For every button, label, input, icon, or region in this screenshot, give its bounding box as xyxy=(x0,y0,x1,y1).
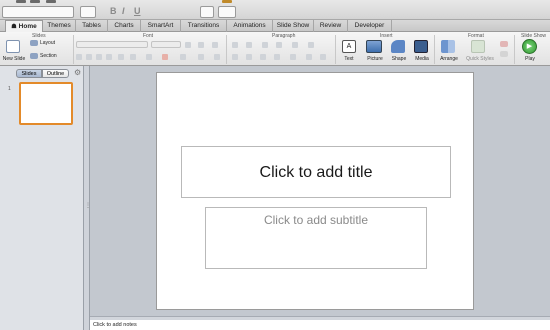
subscript-icon[interactable] xyxy=(130,54,136,60)
play-icon[interactable]: ▶ xyxy=(522,39,537,54)
quick-styles-icon[interactable] xyxy=(471,40,485,53)
underline-icon[interactable]: U xyxy=(134,6,141,16)
numbering-icon[interactable] xyxy=(246,42,252,48)
align-center-icon[interactable] xyxy=(246,54,252,60)
tab-animations[interactable]: Animations xyxy=(227,20,273,32)
strikethrough-icon[interactable] xyxy=(106,54,112,60)
notes-pane[interactable]: Click to add notes xyxy=(90,320,550,330)
slide: Click to add title Click to add subtitle xyxy=(156,72,474,310)
increase-indent-icon[interactable] xyxy=(276,42,282,48)
font-color-icon[interactable] xyxy=(162,54,168,60)
shape-icon[interactable] xyxy=(391,40,405,53)
clear-format-icon[interactable] xyxy=(212,42,218,48)
toolbar-icon[interactable] xyxy=(222,0,232,3)
tab-tables[interactable]: Tables xyxy=(76,20,108,32)
notes-placeholder: Click to add notes xyxy=(93,322,137,328)
ribbon-separator xyxy=(514,35,515,64)
toolbar-icon[interactable] xyxy=(16,0,26,3)
shape-outline-icon[interactable] xyxy=(500,51,508,57)
quick-styles-button[interactable]: Quick Styles xyxy=(464,56,496,62)
slide-number: 1 xyxy=(8,86,11,92)
toolbar-icon[interactable] xyxy=(46,0,56,3)
tab-developer[interactable]: Developer xyxy=(348,20,392,32)
toolbar-field[interactable] xyxy=(200,6,214,18)
tab-transitions[interactable]: Transitions xyxy=(181,20,227,32)
shape-fill-icon[interactable] xyxy=(500,41,508,47)
subtitle-placeholder[interactable]: Click to add subtitle xyxy=(205,207,427,269)
tab-slides[interactable]: Slides xyxy=(16,69,42,78)
character-spacing-icon[interactable] xyxy=(214,54,220,60)
text-button[interactable]: Text xyxy=(340,56,358,62)
align-text-icon[interactable] xyxy=(306,54,312,60)
toolbar-icon[interactable] xyxy=(30,0,40,3)
tab-slide-show[interactable]: Slide Show xyxy=(273,20,314,32)
bold-icon[interactable] xyxy=(76,54,82,60)
layout-button[interactable]: Layout xyxy=(40,40,55,46)
convert-smartart-icon[interactable] xyxy=(320,54,326,60)
align-left-icon[interactable] xyxy=(232,54,238,60)
tab-themes[interactable]: Themes xyxy=(43,20,76,32)
section-button[interactable]: Section xyxy=(40,53,57,59)
ribbon-separator xyxy=(73,35,74,64)
align-right-icon[interactable] xyxy=(260,54,266,60)
home-icon: ☗ xyxy=(11,24,17,30)
toolbar-field[interactable] xyxy=(218,6,236,18)
picture-button[interactable]: Picture xyxy=(364,56,386,62)
arrange-icon[interactable] xyxy=(441,40,455,53)
ribbon-separator xyxy=(226,35,227,64)
group-title-paragraph: Paragraph xyxy=(272,33,296,39)
font-name-dropdown[interactable] xyxy=(76,41,148,48)
media-icon[interactable] xyxy=(414,40,428,53)
bold-icon[interactable]: B xyxy=(110,6,117,16)
change-case-icon[interactable] xyxy=(146,54,152,60)
group-title-insert: Insert xyxy=(380,33,393,39)
group-title-slide-show: Slide Show xyxy=(521,33,547,39)
tab-review[interactable]: Review xyxy=(314,20,348,32)
grow-font-icon[interactable] xyxy=(185,42,191,48)
gear-icon[interactable]: ⚙ xyxy=(74,68,81,77)
columns-icon[interactable] xyxy=(290,54,296,60)
group-title-slides: Slides xyxy=(32,33,46,39)
ribbon: Slides Font Paragraph Insert Format Slid… xyxy=(0,32,550,66)
section-icon xyxy=(30,53,38,59)
italic-icon[interactable]: I xyxy=(122,6,125,16)
justify-icon[interactable] xyxy=(274,54,280,60)
ribbon-tab-bar: ☗ Home Themes Tables Charts SmartArt Tran… xyxy=(0,20,550,33)
shape-button[interactable]: Shape xyxy=(388,56,410,62)
tab-outline[interactable]: Outline xyxy=(42,69,69,78)
title-placeholder[interactable]: Click to add title xyxy=(181,146,451,198)
line-spacing-icon[interactable] xyxy=(292,42,298,48)
tab-charts[interactable]: Charts xyxy=(108,20,141,32)
font-size-dropdown[interactable] xyxy=(151,41,181,48)
new-slide-icon[interactable] xyxy=(6,40,20,53)
bullets-icon[interactable] xyxy=(232,42,238,48)
underline-icon[interactable] xyxy=(96,54,102,60)
group-title-font: Font xyxy=(143,33,154,39)
media-button[interactable]: Media xyxy=(411,56,433,62)
ribbon-separator xyxy=(434,35,435,64)
picture-icon[interactable] xyxy=(366,40,382,53)
highlight-icon[interactable] xyxy=(180,54,186,60)
font-size-field[interactable] xyxy=(80,6,96,18)
text-effects-icon[interactable] xyxy=(198,54,204,60)
decrease-indent-icon[interactable] xyxy=(262,42,268,48)
italic-icon[interactable] xyxy=(86,54,92,60)
text-box-icon[interactable]: A xyxy=(342,40,356,53)
tab-smartart[interactable]: SmartArt xyxy=(141,20,181,32)
layout-icon xyxy=(30,40,38,46)
font-name-field[interactable] xyxy=(2,6,74,18)
shrink-font-icon[interactable] xyxy=(198,42,204,48)
superscript-icon[interactable] xyxy=(118,54,124,60)
new-slide-button[interactable]: New Slide xyxy=(2,56,26,62)
play-button[interactable]: Play xyxy=(522,56,538,62)
standard-toolbar: B I U xyxy=(0,0,550,20)
arrange-button[interactable]: Arrange xyxy=(437,56,461,62)
group-title-format: Format xyxy=(468,33,484,39)
ribbon-separator xyxy=(335,35,336,64)
slide-thumbnail[interactable] xyxy=(19,82,73,125)
text-direction-icon[interactable] xyxy=(308,42,314,48)
